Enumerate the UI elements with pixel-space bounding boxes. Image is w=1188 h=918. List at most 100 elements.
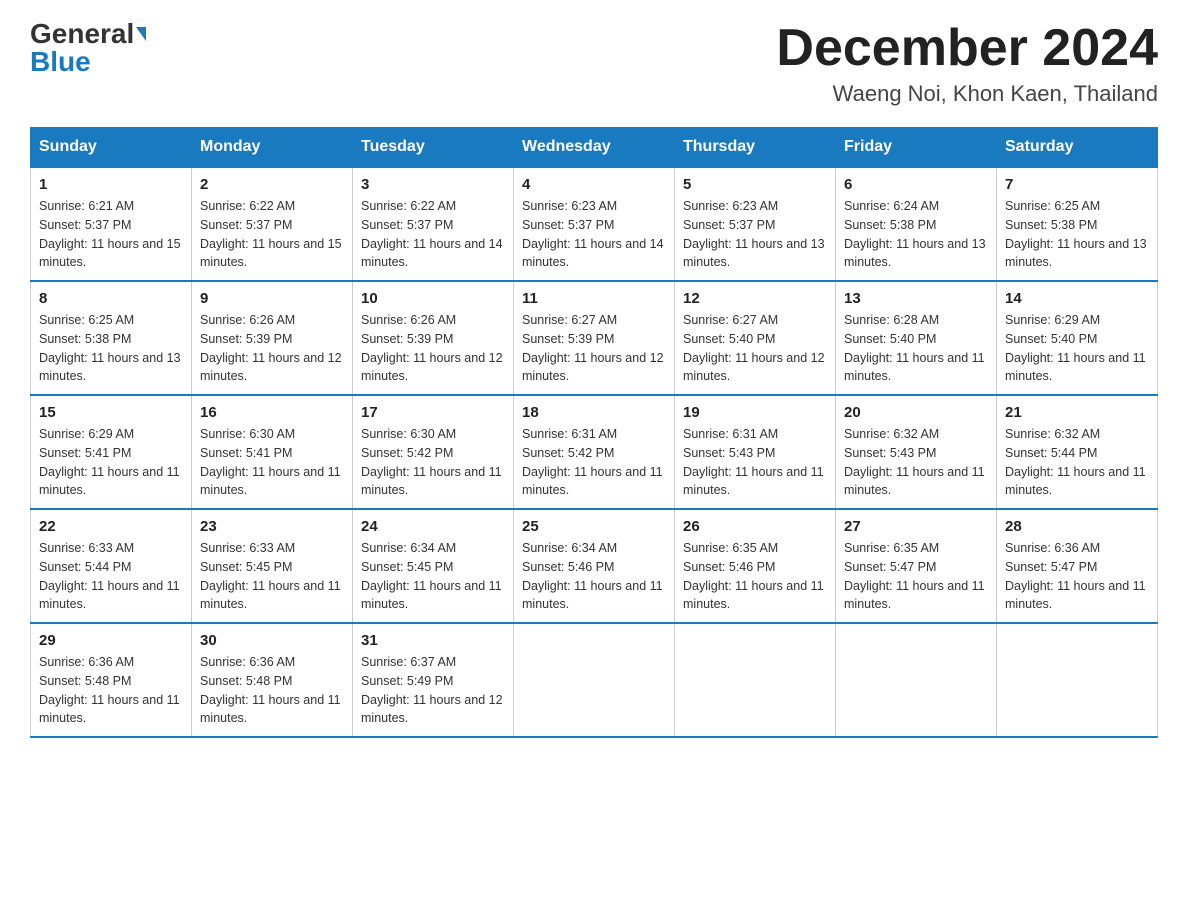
calendar-week-row: 8 Sunrise: 6:25 AMSunset: 5:38 PMDaylight…: [31, 281, 1158, 395]
column-header-sunday: Sunday: [31, 128, 192, 168]
day-number: 24: [361, 518, 505, 535]
column-header-friday: Friday: [836, 128, 997, 168]
day-number: 22: [39, 518, 183, 535]
day-info: Sunrise: 6:21 AMSunset: 5:37 PMDaylight:…: [39, 197, 183, 272]
day-info: Sunrise: 6:27 AMSunset: 5:39 PMDaylight:…: [522, 311, 666, 386]
calendar-cell: 30 Sunrise: 6:36 AMSunset: 5:48 PMDayligh…: [192, 623, 353, 737]
calendar-cell: 29 Sunrise: 6:36 AMSunset: 5:48 PMDayligh…: [31, 623, 192, 737]
day-number: 19: [683, 404, 827, 421]
calendar-title: December 2024: [776, 20, 1158, 77]
day-number: 26: [683, 518, 827, 535]
calendar-cell: [514, 623, 675, 737]
calendar-cell: 25Sunrise: 6:34 AMSunset: 5:46 PMDayligh…: [514, 509, 675, 623]
day-info: Sunrise: 6:31 AMSunset: 5:42 PMDaylight:…: [522, 425, 666, 500]
calendar-cell: [997, 623, 1158, 737]
calendar-header-row: SundayMondayTuesdayWednesdayThursdayFrid…: [31, 128, 1158, 168]
logo-general-text: General: [30, 20, 134, 48]
day-number: 21: [1005, 404, 1149, 421]
calendar-cell: 3 Sunrise: 6:22 AMSunset: 5:37 PMDaylight…: [353, 167, 514, 281]
calendar-week-row: 1 Sunrise: 6:21 AMSunset: 5:37 PMDaylight…: [31, 167, 1158, 281]
day-info: Sunrise: 6:22 AMSunset: 5:37 PMDaylight:…: [361, 197, 505, 272]
title-section: December 2024 Waeng Noi, Khon Kaen, Thai…: [776, 20, 1158, 107]
day-number: 12: [683, 290, 827, 307]
calendar-cell: 17 Sunrise: 6:30 AMSunset: 5:42 PMDayligh…: [353, 395, 514, 509]
calendar-cell: [836, 623, 997, 737]
day-info: Sunrise: 6:24 AMSunset: 5:38 PMDaylight:…: [844, 197, 988, 272]
calendar-cell: 15 Sunrise: 6:29 AMSunset: 5:41 PMDayligh…: [31, 395, 192, 509]
day-info: Sunrise: 6:32 AMSunset: 5:44 PMDaylight:…: [1005, 425, 1149, 500]
calendar-cell: 12 Sunrise: 6:27 AMSunset: 5:40 PMDayligh…: [675, 281, 836, 395]
day-number: 10: [361, 290, 505, 307]
calendar-cell: 21 Sunrise: 6:32 AMSunset: 5:44 PMDayligh…: [997, 395, 1158, 509]
day-info: Sunrise: 6:36 AMSunset: 5:47 PMDaylight:…: [1005, 539, 1149, 614]
calendar-cell: 24Sunrise: 6:34 AMSunset: 5:45 PMDayligh…: [353, 509, 514, 623]
day-info: Sunrise: 6:26 AMSunset: 5:39 PMDaylight:…: [361, 311, 505, 386]
day-number: 14: [1005, 290, 1149, 307]
calendar-cell: 2 Sunrise: 6:22 AMSunset: 5:37 PMDaylight…: [192, 167, 353, 281]
day-info: Sunrise: 6:28 AMSunset: 5:40 PMDaylight:…: [844, 311, 988, 386]
calendar-cell: 28 Sunrise: 6:36 AMSunset: 5:47 PMDayligh…: [997, 509, 1158, 623]
day-info: Sunrise: 6:29 AMSunset: 5:40 PMDaylight:…: [1005, 311, 1149, 386]
day-info: Sunrise: 6:27 AMSunset: 5:40 PMDaylight:…: [683, 311, 827, 386]
calendar-cell: 6Sunrise: 6:24 AMSunset: 5:38 PMDaylight…: [836, 167, 997, 281]
calendar-cell: 13Sunrise: 6:28 AMSunset: 5:40 PMDayligh…: [836, 281, 997, 395]
day-number: 18: [522, 404, 666, 421]
day-info: Sunrise: 6:33 AMSunset: 5:44 PMDaylight:…: [39, 539, 183, 614]
logo-blue-text: Blue: [30, 48, 91, 76]
day-info: Sunrise: 6:35 AMSunset: 5:46 PMDaylight:…: [683, 539, 827, 614]
logo: General Blue: [30, 20, 146, 76]
day-number: 29: [39, 632, 183, 649]
day-info: Sunrise: 6:36 AMSunset: 5:48 PMDaylight:…: [39, 653, 183, 728]
day-number: 31: [361, 632, 505, 649]
day-number: 2: [200, 176, 344, 193]
day-info: Sunrise: 6:26 AMSunset: 5:39 PMDaylight:…: [200, 311, 344, 386]
calendar-week-row: 29 Sunrise: 6:36 AMSunset: 5:48 PMDayligh…: [31, 623, 1158, 737]
day-info: Sunrise: 6:25 AMSunset: 5:38 PMDaylight:…: [39, 311, 183, 386]
day-info: Sunrise: 6:34 AMSunset: 5:46 PMDaylight:…: [522, 539, 666, 614]
calendar-cell: 27 Sunrise: 6:35 AMSunset: 5:47 PMDayligh…: [836, 509, 997, 623]
calendar-cell: 10 Sunrise: 6:26 AMSunset: 5:39 PMDayligh…: [353, 281, 514, 395]
day-info: Sunrise: 6:29 AMSunset: 5:41 PMDaylight:…: [39, 425, 183, 500]
calendar-subtitle: Waeng Noi, Khon Kaen, Thailand: [776, 81, 1158, 107]
day-number: 15: [39, 404, 183, 421]
column-header-monday: Monday: [192, 128, 353, 168]
day-number: 8: [39, 290, 183, 307]
day-info: Sunrise: 6:36 AMSunset: 5:48 PMDaylight:…: [200, 653, 344, 728]
day-number: 4: [522, 176, 666, 193]
day-number: 17: [361, 404, 505, 421]
day-info: Sunrise: 6:32 AMSunset: 5:43 PMDaylight:…: [844, 425, 988, 500]
calendar-cell: 1 Sunrise: 6:21 AMSunset: 5:37 PMDaylight…: [31, 167, 192, 281]
day-number: 28: [1005, 518, 1149, 535]
calendar-cell: 19Sunrise: 6:31 AMSunset: 5:43 PMDayligh…: [675, 395, 836, 509]
page-header: General Blue December 2024 Waeng Noi, Kh…: [30, 20, 1158, 107]
calendar-cell: 16Sunrise: 6:30 AMSunset: 5:41 PMDayligh…: [192, 395, 353, 509]
day-number: 7: [1005, 176, 1149, 193]
calendar-cell: 4 Sunrise: 6:23 AMSunset: 5:37 PMDaylight…: [514, 167, 675, 281]
day-number: 30: [200, 632, 344, 649]
calendar-cell: 14 Sunrise: 6:29 AMSunset: 5:40 PMDayligh…: [997, 281, 1158, 395]
calendar-cell: 20Sunrise: 6:32 AMSunset: 5:43 PMDayligh…: [836, 395, 997, 509]
calendar-cell: 31Sunrise: 6:37 AMSunset: 5:49 PMDayligh…: [353, 623, 514, 737]
day-number: 3: [361, 176, 505, 193]
column-header-tuesday: Tuesday: [353, 128, 514, 168]
day-info: Sunrise: 6:25 AMSunset: 5:38 PMDaylight:…: [1005, 197, 1149, 272]
calendar-cell: 5 Sunrise: 6:23 AMSunset: 5:37 PMDaylight…: [675, 167, 836, 281]
day-number: 5: [683, 176, 827, 193]
calendar-week-row: 15 Sunrise: 6:29 AMSunset: 5:41 PMDayligh…: [31, 395, 1158, 509]
day-info: Sunrise: 6:30 AMSunset: 5:42 PMDaylight:…: [361, 425, 505, 500]
day-info: Sunrise: 6:23 AMSunset: 5:37 PMDaylight:…: [522, 197, 666, 272]
day-number: 11: [522, 290, 666, 307]
calendar-cell: 7 Sunrise: 6:25 AMSunset: 5:38 PMDaylight…: [997, 167, 1158, 281]
day-number: 16: [200, 404, 344, 421]
day-info: Sunrise: 6:35 AMSunset: 5:47 PMDaylight:…: [844, 539, 988, 614]
day-info: Sunrise: 6:22 AMSunset: 5:37 PMDaylight:…: [200, 197, 344, 272]
day-info: Sunrise: 6:23 AMSunset: 5:37 PMDaylight:…: [683, 197, 827, 272]
calendar-cell: 18 Sunrise: 6:31 AMSunset: 5:42 PMDayligh…: [514, 395, 675, 509]
calendar-week-row: 22 Sunrise: 6:33 AMSunset: 5:44 PMDayligh…: [31, 509, 1158, 623]
logo-triangle-icon: [136, 27, 146, 41]
day-number: 27: [844, 518, 988, 535]
calendar-cell: 11 Sunrise: 6:27 AMSunset: 5:39 PMDayligh…: [514, 281, 675, 395]
day-number: 9: [200, 290, 344, 307]
calendar-table: SundayMondayTuesdayWednesdayThursdayFrid…: [30, 127, 1158, 738]
day-number: 1: [39, 176, 183, 193]
